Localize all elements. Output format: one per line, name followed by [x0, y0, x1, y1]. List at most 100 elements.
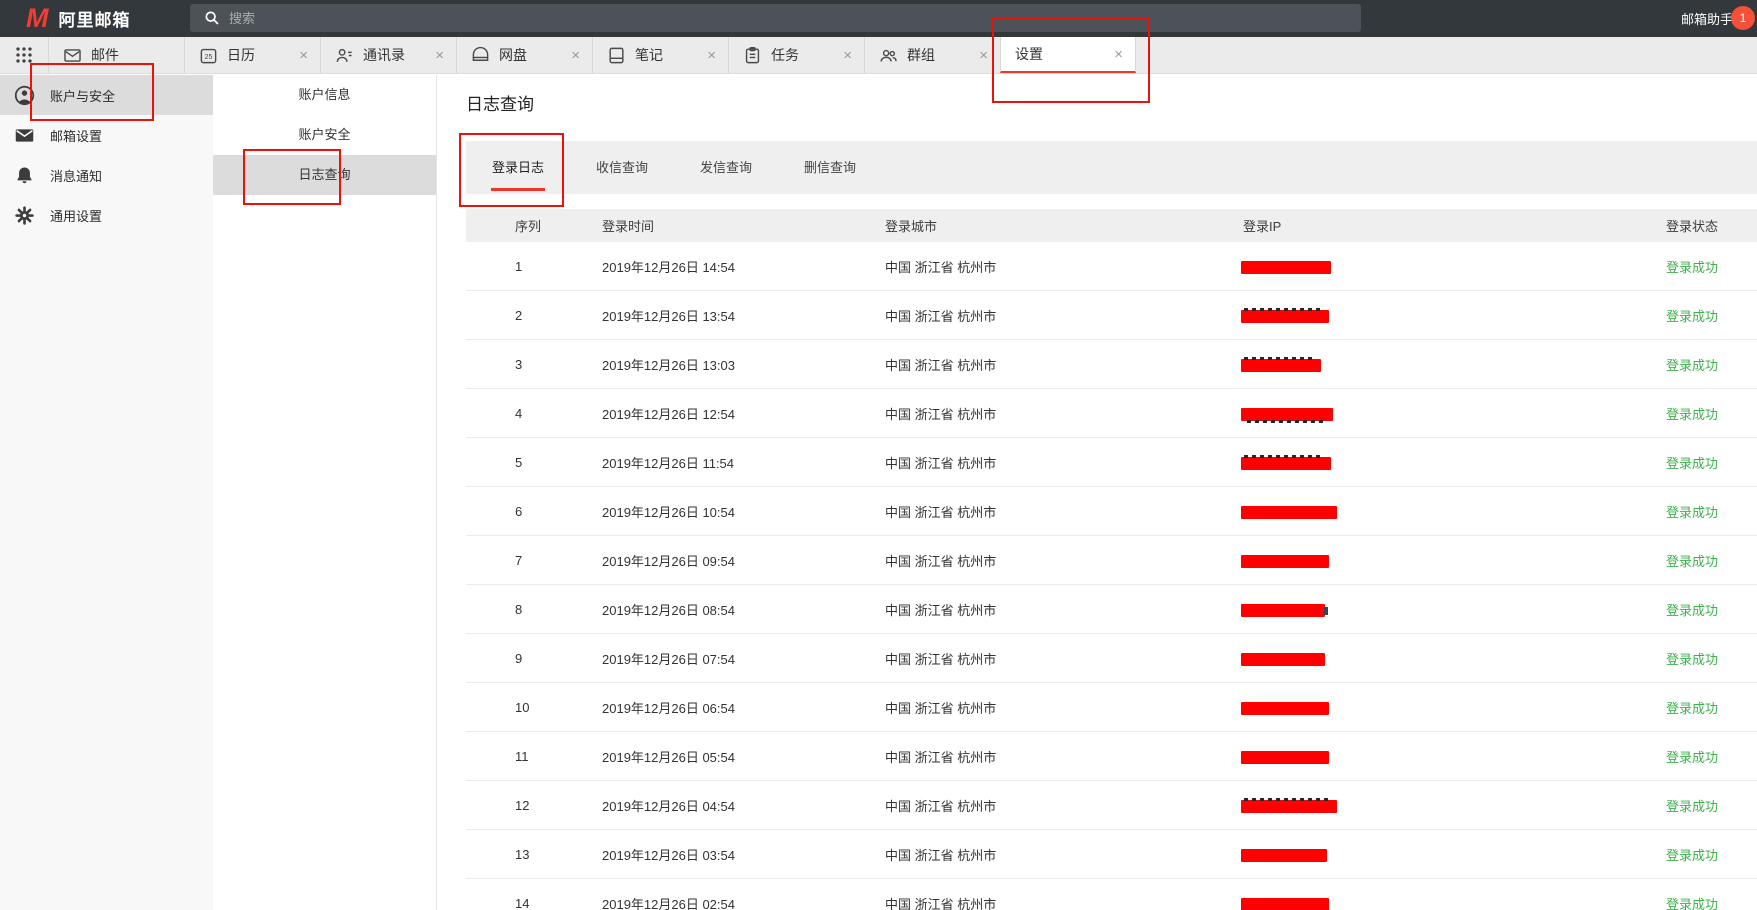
column-header-city: 登录城市 [885, 216, 1243, 235]
app-window: M 阿里邮箱 邮箱助手 1 邮件 [0, 0, 1757, 910]
notes-icon [607, 46, 626, 65]
tab-deleted-query[interactable]: 删信查询 [778, 141, 882, 194]
tab-notes[interactable]: 笔记 × [592, 37, 728, 73]
tab-contacts[interactable]: 通讯录 × [320, 37, 456, 73]
general-settings-icon [13, 205, 35, 226]
cell-status: 登录成功 [1666, 747, 1757, 766]
cell-ip [1243, 797, 1666, 812]
cell-ip [1243, 503, 1666, 518]
mail-assistant-link[interactable]: 邮箱助手 [1681, 0, 1733, 37]
netdisk-icon [471, 46, 490, 65]
cell-status: 登录成功 [1666, 404, 1757, 423]
cell-city: 中国 浙江省 杭州市 [885, 600, 1243, 619]
cell-seq: 1 [466, 259, 602, 274]
app-tab-bar: 邮件 25 日历 × 通讯录 × [0, 37, 1757, 74]
sidebar-item-mailbox-settings[interactable]: 邮箱设置 [0, 115, 213, 155]
cell-time: 2019年12月26日 06:54 [602, 698, 885, 717]
tab-netdisk[interactable]: 网盘 × [456, 37, 592, 73]
cell-city: 中国 浙江省 杭州市 [885, 649, 1243, 668]
tab-label: 群组 [907, 45, 935, 65]
cell-city: 中国 浙江省 杭州市 [885, 404, 1243, 423]
tab-received-query[interactable]: 收信查询 [570, 141, 674, 194]
cell-seq: 13 [466, 847, 602, 862]
submenu-item-log-query[interactable]: 日志查询 [213, 155, 436, 195]
cell-seq: 9 [466, 651, 602, 666]
brand-name: 阿里邮箱 [59, 6, 131, 31]
tab-label: 任务 [771, 45, 799, 65]
ip-redaction-bar [1241, 800, 1337, 813]
contacts-icon [335, 46, 354, 65]
account-security-submenu: 账户信息 账户安全 日志查询 [213, 75, 437, 910]
table-header: 序列 登录时间 登录城市 登录IP 登录状态 [466, 209, 1757, 242]
assistant-badge[interactable]: 1 [1731, 6, 1755, 30]
search-box[interactable] [190, 4, 1361, 32]
sidebar-item-notifications[interactable]: 消息通知 [0, 155, 213, 195]
cell-time: 2019年12月26日 05:54 [602, 747, 885, 766]
table-row: 3 2019年12月26日 13:03 中国 浙江省 杭州市 登录成功 [466, 340, 1757, 389]
submenu-item-account-info[interactable]: 账户信息 [213, 75, 436, 115]
cell-status: 登录成功 [1666, 551, 1757, 570]
sidebar-item-general-settings[interactable]: 通用设置 [0, 195, 213, 235]
cell-seq: 2 [466, 308, 602, 323]
search-icon [204, 10, 220, 26]
table-row: 13 2019年12月26日 03:54 中国 浙江省 杭州市 登录成功 [466, 830, 1757, 879]
groups-icon [879, 46, 898, 65]
tab-login-log[interactable]: 登录日志 [466, 141, 570, 194]
cell-city: 中国 浙江省 杭州市 [885, 894, 1243, 910]
tab-close-icon[interactable]: × [977, 48, 990, 63]
cell-city: 中国 浙江省 杭州市 [885, 502, 1243, 521]
search-input[interactable] [229, 11, 1361, 26]
top-bar: M 阿里邮箱 邮箱助手 1 [0, 0, 1757, 37]
sidebar-item-label: 邮箱设置 [50, 126, 102, 145]
cell-seq: 5 [466, 455, 602, 470]
table-row: 11 2019年12月26日 05:54 中国 浙江省 杭州市 登录成功 [466, 732, 1757, 781]
column-header-status: 登录状态 [1666, 216, 1757, 235]
ip-redaction-bar [1241, 604, 1325, 617]
settings-sidebar: 账户与安全 邮箱设置 消息通知 [0, 75, 213, 910]
cell-status: 登录成功 [1666, 649, 1757, 668]
tab-label: 网盘 [499, 45, 527, 65]
tab-close-icon[interactable]: × [841, 48, 854, 63]
ip-redaction-bar [1241, 457, 1331, 470]
ip-redaction-bar [1241, 898, 1329, 910]
cell-time: 2019年12月26日 09:54 [602, 551, 885, 570]
tab-close-icon[interactable]: × [1112, 47, 1125, 62]
tab-close-icon[interactable]: × [433, 48, 446, 63]
tab-groups[interactable]: 群组 × [864, 37, 1000, 73]
tab-close-icon[interactable]: × [705, 48, 718, 63]
cell-status: 登录成功 [1666, 306, 1757, 325]
cell-time: 2019年12月26日 10:54 [602, 502, 885, 521]
tab-sent-query[interactable]: 发信查询 [674, 141, 778, 194]
cell-time: 2019年12月26日 02:54 [602, 894, 885, 910]
tab-calendar[interactable]: 25 日历 × [184, 37, 320, 73]
tab-tasks[interactable]: 任务 × [728, 37, 864, 73]
cell-seq: 14 [466, 896, 602, 910]
cell-seq: 12 [466, 798, 602, 813]
cell-ip [1243, 846, 1666, 861]
cell-city: 中国 浙江省 杭州市 [885, 698, 1243, 717]
tab-settings[interactable]: 设置 × [1000, 37, 1136, 73]
cell-ip [1243, 699, 1666, 714]
table-row: 1 2019年12月26日 14:54 中国 浙江省 杭州市 登录成功 [466, 242, 1757, 291]
cell-ip [1243, 258, 1666, 273]
alimail-logo-icon: M [26, 5, 47, 32]
tab-close-icon[interactable]: × [569, 48, 582, 63]
sidebar-item-account-security[interactable]: 账户与安全 [0, 75, 213, 115]
cell-time: 2019年12月26日 03:54 [602, 845, 885, 864]
cell-status: 登录成功 [1666, 453, 1757, 472]
cell-city: 中国 浙江省 杭州市 [885, 845, 1243, 864]
column-header-time: 登录时间 [602, 216, 885, 235]
ip-redaction-bar [1241, 506, 1337, 519]
app-grid-button[interactable] [0, 37, 48, 73]
brand-logo[interactable]: M 阿里邮箱 [26, 5, 131, 32]
cell-city: 中国 浙江省 杭州市 [885, 747, 1243, 766]
tab-close-icon[interactable]: × [297, 48, 310, 63]
main-content: 日志查询 登录日志 收信查询 发信查询 删信查询 序列 登录时间 登录城市 登录… [438, 75, 1757, 910]
cell-status: 登录成功 [1666, 845, 1757, 864]
tab-mail[interactable]: 邮件 [48, 37, 184, 73]
ip-redaction-bar [1241, 653, 1325, 666]
cell-ip [1243, 601, 1666, 616]
cell-ip [1243, 307, 1666, 322]
cell-time: 2019年12月26日 08:54 [602, 600, 885, 619]
submenu-item-account-safety[interactable]: 账户安全 [213, 115, 436, 155]
